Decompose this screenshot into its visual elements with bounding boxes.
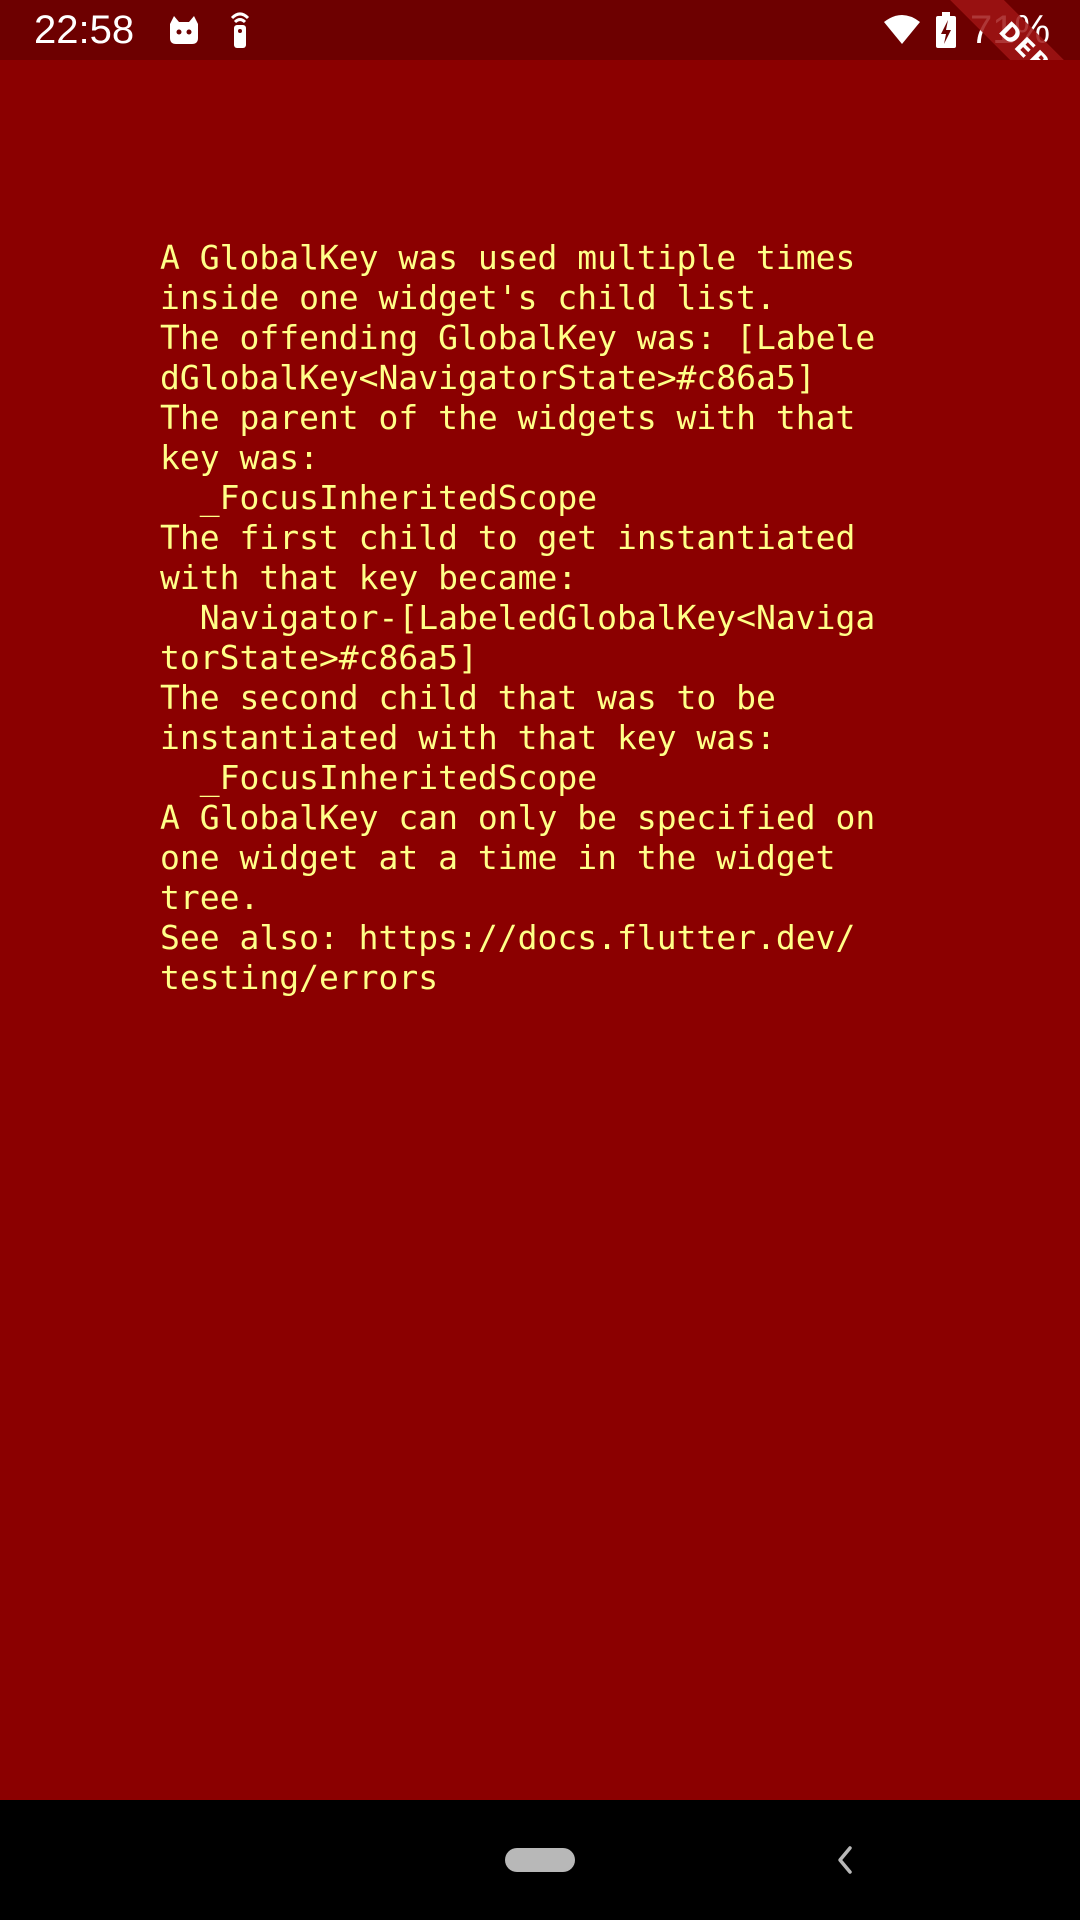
battery-charging-icon bbox=[934, 10, 958, 50]
error-screen: A GlobalKey was used multiple times insi… bbox=[0, 60, 1080, 1800]
error-line: The offending GlobalKey was: [Labele bbox=[160, 318, 876, 357]
error-line: _FocusInheritedScope bbox=[160, 758, 598, 797]
home-button[interactable] bbox=[505, 1848, 575, 1872]
error-line: See also: https://docs.flutter.dev/ bbox=[160, 918, 856, 957]
remote-notification-icon bbox=[220, 10, 260, 50]
error-line: testing/errors bbox=[160, 958, 439, 997]
error-message: A GlobalKey was used multiple times insi… bbox=[160, 238, 940, 998]
error-line: inside one widget's child list. bbox=[160, 278, 776, 317]
battery-percentage: 71% bbox=[970, 8, 1051, 52]
navigation-bar bbox=[0, 1800, 1080, 1920]
error-line: instantiated with that key was: bbox=[160, 718, 776, 757]
error-line: with that key became: bbox=[160, 558, 578, 597]
error-line: dGlobalKey<NavigatorState>#c86a5] bbox=[160, 358, 816, 397]
back-button[interactable] bbox=[822, 1830, 866, 1890]
status-time: 22:58 bbox=[34, 8, 135, 52]
cat-notification-icon bbox=[164, 10, 204, 50]
error-line: The first child to get instantiated bbox=[160, 518, 856, 557]
error-line: _FocusInheritedScope bbox=[160, 478, 598, 517]
back-chevron-icon bbox=[838, 1846, 852, 1874]
error-line: The parent of the widgets with that bbox=[160, 398, 856, 437]
error-line: key was: bbox=[160, 438, 319, 477]
error-line: The second child that was to be bbox=[160, 678, 776, 717]
error-line: torState>#c86a5] bbox=[160, 638, 478, 677]
wifi-icon bbox=[882, 10, 922, 50]
error-line: Navigator-[LabeledGlobalKey<Naviga bbox=[160, 598, 876, 637]
error-line: A GlobalKey can only be specified on bbox=[160, 798, 876, 837]
error-line: A GlobalKey was used multiple times bbox=[160, 238, 856, 277]
status-bar: 22:58 71% bbox=[0, 0, 1080, 60]
error-line: tree. bbox=[160, 878, 260, 917]
error-line: one widget at a time in the widget bbox=[160, 838, 836, 877]
